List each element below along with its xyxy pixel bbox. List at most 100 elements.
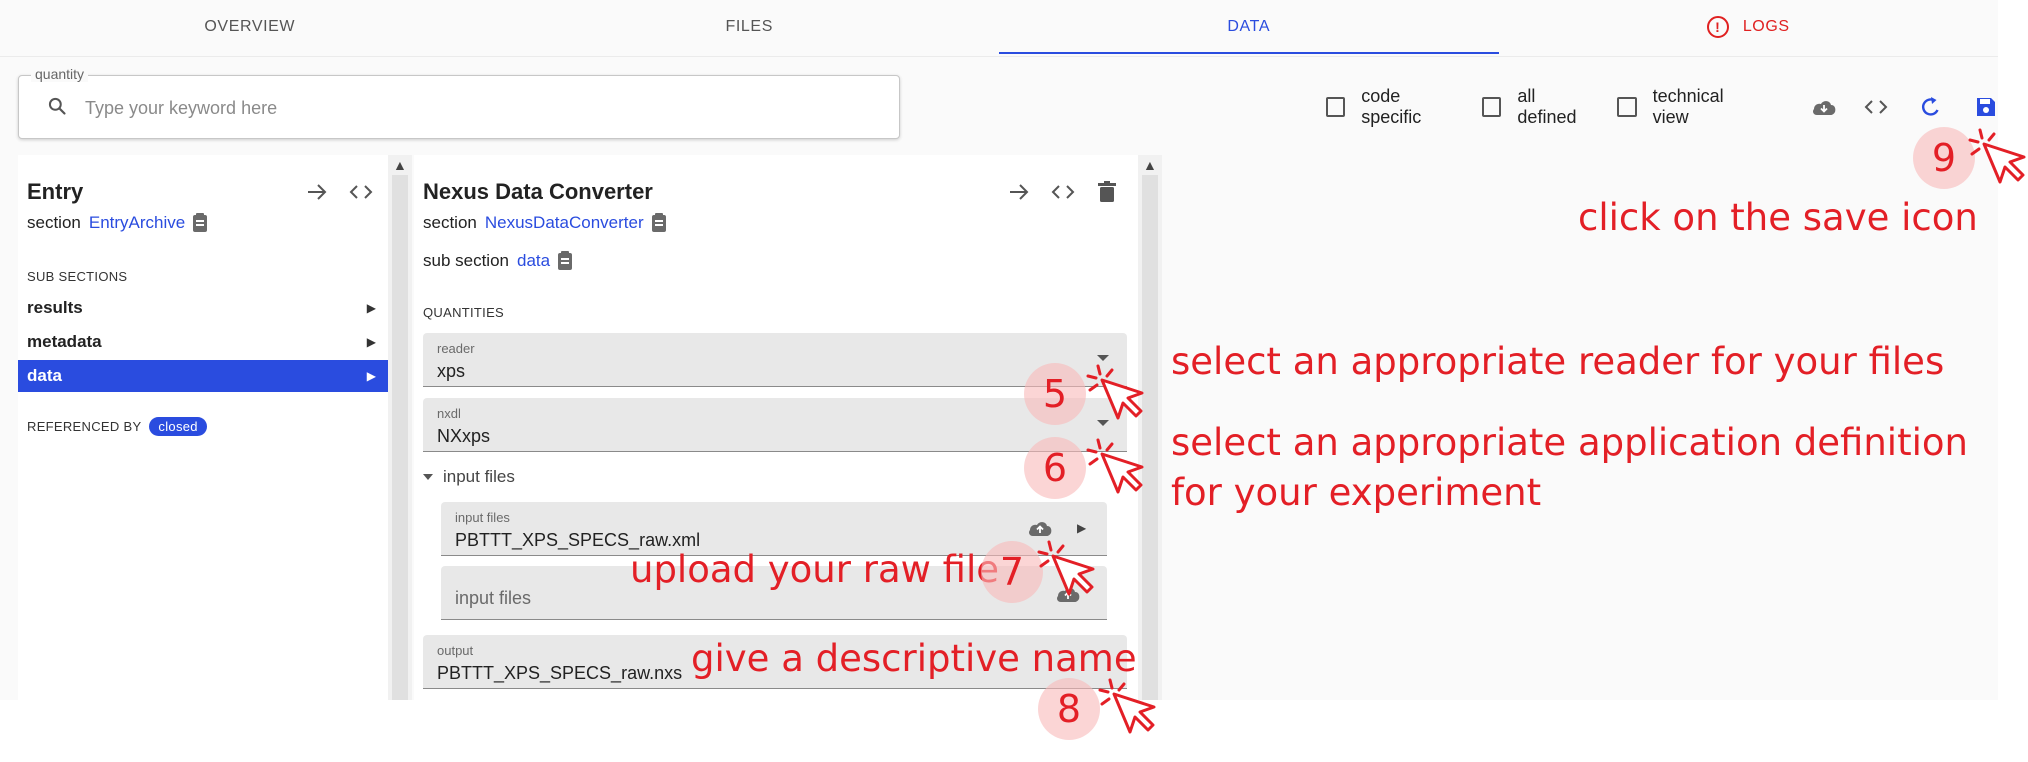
- save-icon[interactable]: [1973, 94, 1998, 120]
- toolbar: code specific all defined technical view: [1326, 86, 1998, 127]
- subsections-heading: SUB SECTIONS: [27, 269, 128, 284]
- scroll-up-icon[interactable]: ▲: [1143, 157, 1157, 173]
- subsection-label: sub section: [423, 251, 509, 270]
- click-cursor-icon: [1086, 364, 1144, 420]
- section-link[interactable]: NexusDataConverter: [485, 213, 644, 233]
- sidebar-item-data[interactable]: data ▶: [18, 360, 388, 392]
- left-scrollbar[interactable]: ▲: [388, 155, 412, 700]
- checkbox-box: [1326, 97, 1346, 117]
- sidebar-item-metadata[interactable]: metadata ▶: [18, 326, 388, 358]
- section-row: section NexusDataConverter: [423, 212, 666, 233]
- code-specific-label: code specific: [1361, 86, 1422, 127]
- checkbox-box: [1482, 97, 1502, 117]
- code-icon[interactable]: [1863, 94, 1888, 120]
- sidebar-item-label: metadata: [27, 332, 102, 351]
- tab-bar: OVERVIEW FILES DATA ! LOGS: [0, 0, 1998, 56]
- tab-logs[interactable]: ! LOGS: [1499, 0, 1999, 54]
- clipboard-icon[interactable]: [651, 212, 666, 232]
- sidebar-item-label: results: [27, 298, 83, 317]
- technical-view-checkbox[interactable]: technical view: [1617, 86, 1759, 128]
- click-cursor-icon: [1037, 540, 1095, 596]
- output-value: PBTTT_XPS_SPECS_raw.nxs: [437, 663, 683, 683]
- reader-select[interactable]: reader xps: [423, 333, 1127, 387]
- search-icon: [48, 97, 66, 115]
- section-label: section: [423, 213, 477, 232]
- all-defined-label: all defined: [1517, 86, 1577, 127]
- quantity-search: quantity: [18, 66, 900, 139]
- section-label: section: [27, 213, 81, 232]
- all-defined-checkbox[interactable]: all defined: [1482, 86, 1595, 128]
- mid-scrollbar[interactable]: ▲: [1138, 155, 1162, 700]
- error-icon: !: [1706, 16, 1729, 38]
- referenced-by-label: REFERENCED BY: [27, 419, 142, 434]
- arrow-right-icon[interactable]: [304, 179, 330, 205]
- delete-icon[interactable]: [1094, 179, 1120, 205]
- tab-data-label: DATA: [1227, 18, 1271, 35]
- code-specific-checkbox[interactable]: code specific: [1326, 86, 1460, 128]
- caret-down-icon: [423, 474, 433, 480]
- step-7-text: upload your raw file: [630, 548, 999, 591]
- nxdl-value: NXxps: [437, 426, 491, 446]
- chevron-right-icon: ▶: [366, 335, 376, 349]
- reader-value: xps: [437, 361, 466, 381]
- scroll-up-icon[interactable]: ▲: [393, 157, 407, 173]
- tab-overview[interactable]: OVERVIEW: [0, 0, 500, 54]
- step-8-text: give a descriptive name: [691, 637, 1137, 680]
- tab-data[interactable]: DATA: [999, 0, 1499, 54]
- click-cursor-icon: [1098, 678, 1156, 734]
- scroll-thumb[interactable]: [392, 175, 408, 700]
- panel-title: Nexus Data Converter: [423, 179, 653, 204]
- search-legend: quantity: [31, 66, 89, 82]
- tab-files-label: FILES: [725, 18, 773, 35]
- search-input[interactable]: [85, 94, 865, 122]
- sidebar-item-results[interactable]: results ▶: [18, 292, 388, 324]
- section-row: section EntryArchive: [27, 212, 208, 233]
- referenced-badge[interactable]: closed: [149, 417, 207, 436]
- tab-files[interactable]: FILES: [500, 0, 1000, 54]
- click-cursor-icon: [1086, 438, 1144, 494]
- step-6-badge: 6: [1024, 437, 1086, 499]
- input-file-label: input files: [455, 510, 510, 525]
- step-6-text-line1: select an appropriate application defini…: [1171, 421, 1968, 464]
- subsection-link[interactable]: data: [517, 251, 550, 271]
- clipboard-icon[interactable]: [558, 250, 573, 270]
- nxdl-label: nxdl: [437, 406, 461, 421]
- converter-panel: Nexus Data Converter section NexusDataCo…: [414, 155, 1138, 700]
- reload-icon[interactable]: [1918, 94, 1943, 120]
- quantities-heading: QUANTITIES: [423, 305, 505, 320]
- input-files-toggle[interactable]: input files: [423, 467, 515, 487]
- input-files-group-label: input files: [443, 467, 515, 486]
- section-link[interactable]: EntryArchive: [89, 213, 185, 233]
- step-6-text: select an appropriate application defini…: [1171, 418, 1968, 518]
- step-8-badge: 8: [1038, 678, 1100, 740]
- sidebar-item-label: data: [27, 366, 62, 385]
- tab-logs-label: LOGS: [1742, 18, 1790, 35]
- click-cursor-icon: [1968, 128, 2026, 184]
- nxdl-select[interactable]: nxdl NXxps: [423, 398, 1127, 452]
- arrow-right-icon[interactable]: [1006, 179, 1032, 205]
- code-icon[interactable]: [1050, 179, 1076, 205]
- code-icon[interactable]: [348, 179, 374, 205]
- chevron-right-icon: ▶: [366, 301, 376, 315]
- technical-view-label: technical view: [1652, 86, 1724, 127]
- step-5-badge: 5: [1024, 363, 1086, 425]
- panel-title: Entry: [27, 179, 84, 204]
- step-7-badge: 7: [981, 541, 1043, 603]
- referenced-by-row: REFERENCED BY closed: [27, 417, 207, 436]
- entry-panel: Entry section EntryArchive SUB SECTIONS …: [18, 155, 388, 700]
- clipboard-icon[interactable]: [193, 212, 208, 232]
- chevron-right-icon[interactable]: ▶: [1077, 521, 1086, 535]
- chevron-down-icon: [1097, 355, 1109, 361]
- output-label: output: [437, 643, 474, 658]
- step-9-text: click on the save icon: [1578, 196, 1978, 239]
- step-5-text: select an appropriate reader for your fi…: [1171, 340, 1945, 383]
- tab-overview-label: OVERVIEW: [204, 18, 296, 35]
- input-file-placeholder: input files: [455, 588, 532, 608]
- chevron-right-icon: ▶: [366, 369, 376, 383]
- checkbox-box: [1617, 97, 1637, 117]
- cloud-upload-icon[interactable]: [1027, 518, 1055, 538]
- cloud-download-icon[interactable]: [1811, 94, 1837, 120]
- subsection-row: sub section data: [423, 250, 573, 271]
- step-6-text-line2: for your experiment: [1171, 470, 1542, 514]
- reader-label: reader: [437, 341, 475, 356]
